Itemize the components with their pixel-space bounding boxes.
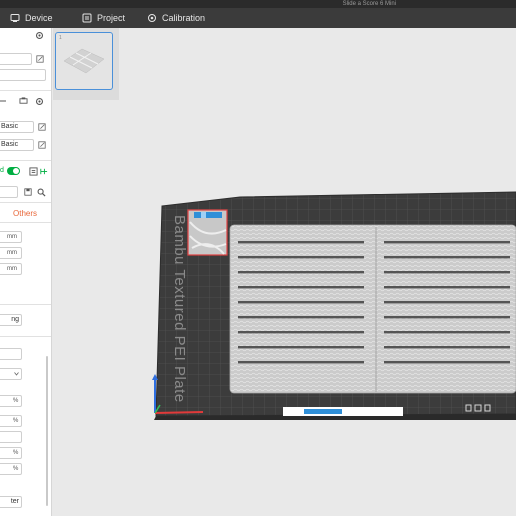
advanced-toggle[interactable] <box>7 167 20 175</box>
dimension-z-unit: mm <box>7 266 17 272</box>
project-icon <box>82 13 92 23</box>
sidebar-scrollbar[interactable] <box>46 356 48 506</box>
percent-field-4[interactable] <box>0 463 22 475</box>
filament-sync-icon[interactable] <box>18 96 28 106</box>
search-icon[interactable] <box>36 187 46 197</box>
window-title: Slide a Score 6 Mini <box>342 1 396 7</box>
slot-groove <box>384 301 510 304</box>
percent-unit-1: % <box>13 398 19 404</box>
plate-type-field[interactable] <box>0 69 46 81</box>
tab-device[interactable]: Device <box>10 8 53 28</box>
dimension-x-unit: mm <box>7 234 17 240</box>
advanced-label: d <box>0 167 4 174</box>
plate-thumbnail-panel: 1 <box>53 28 119 100</box>
slot-groove <box>238 256 364 259</box>
slot-groove <box>384 331 510 334</box>
calibration-icon <box>148 14 156 22</box>
slot-groove <box>238 316 364 319</box>
tab-calibration-label: Calibration <box>162 13 206 23</box>
filament-2-select[interactable]: Basic <box>0 139 34 151</box>
print-object-selected[interactable] <box>187 209 228 256</box>
compare-icon[interactable] <box>38 166 48 176</box>
tab-project-label: Project <box>97 13 126 23</box>
percent-field-3[interactable] <box>0 447 22 459</box>
chevron-down-icon <box>14 372 19 376</box>
slot-groove <box>384 286 510 289</box>
divider <box>0 160 51 161</box>
slot-groove <box>384 256 510 259</box>
save-icon[interactable] <box>23 187 33 197</box>
dimension-y-unit: mm <box>7 250 17 256</box>
progress-fill <box>304 409 342 414</box>
slot-groove <box>238 241 364 244</box>
slot-groove <box>384 346 510 349</box>
printer-preset-field[interactable] <box>0 53 32 65</box>
tab-others[interactable]: Others <box>13 209 37 218</box>
title-bar: Slide a Score 6 Mini <box>0 0 516 8</box>
infill-density-field[interactable] <box>0 348 22 360</box>
build-plate-view[interactable]: Bambu Textured PEI Plate <box>53 100 516 516</box>
divider <box>0 90 51 91</box>
device-icon <box>10 14 20 22</box>
percent-field-2[interactable] <box>0 415 22 427</box>
slot-groove <box>238 361 364 364</box>
divider <box>0 222 51 223</box>
divider <box>0 304 51 305</box>
divider <box>0 202 51 203</box>
filament-1-select[interactable]: Basic <box>0 121 34 133</box>
3d-viewport[interactable]: Bambu Textured PEI Plate <box>53 100 516 516</box>
print-object-main[interactable] <box>229 224 516 394</box>
slot-groove <box>384 361 510 364</box>
divider <box>0 336 51 337</box>
percent-unit-4: % <box>13 466 19 472</box>
slot-groove <box>384 271 510 274</box>
percent-unit-3: % <box>13 450 19 456</box>
filament-settings-gear-icon[interactable] <box>34 96 44 106</box>
percent-field-1[interactable] <box>0 395 22 407</box>
filament-arrow-icon <box>0 100 6 102</box>
settings-sidebar: Basic Basic d Others mm mm mm ng % % % %… <box>0 28 52 516</box>
seam-select[interactable]: ng <box>0 314 22 326</box>
tab-calibration[interactable]: Calibration <box>147 8 205 28</box>
edit-filament-1-icon[interactable] <box>37 122 47 132</box>
value-field-3[interactable] <box>0 431 22 443</box>
plate-thumbnail[interactable]: 1 <box>55 32 113 90</box>
bottom-select[interactable]: ter <box>0 496 22 508</box>
top-tab-bar: Device Project Calibration <box>0 8 516 28</box>
plate-thumbnail-index: 1 <box>59 35 62 41</box>
list-view-icon[interactable] <box>28 166 38 176</box>
slot-groove <box>238 271 364 274</box>
slot-groove <box>238 286 364 289</box>
plate-label: Bambu Textured PEI Plate <box>171 215 188 403</box>
slot-groove <box>384 316 510 319</box>
slot-groove <box>238 331 364 334</box>
edit-printer-icon[interactable] <box>35 54 45 64</box>
settings-search-input[interactable] <box>0 186 18 198</box>
plate-thumbnail-preview <box>63 48 105 74</box>
slot-groove <box>238 301 364 304</box>
tab-project[interactable]: Project <box>82 8 125 28</box>
edit-filament-2-icon[interactable] <box>37 140 47 150</box>
slot-groove <box>238 346 364 349</box>
tab-device-label: Device <box>25 13 53 23</box>
slot-groove <box>384 241 510 244</box>
settings-gear-icon[interactable] <box>34 30 44 40</box>
percent-unit-2: % <box>13 418 19 424</box>
x-axis <box>154 411 204 414</box>
